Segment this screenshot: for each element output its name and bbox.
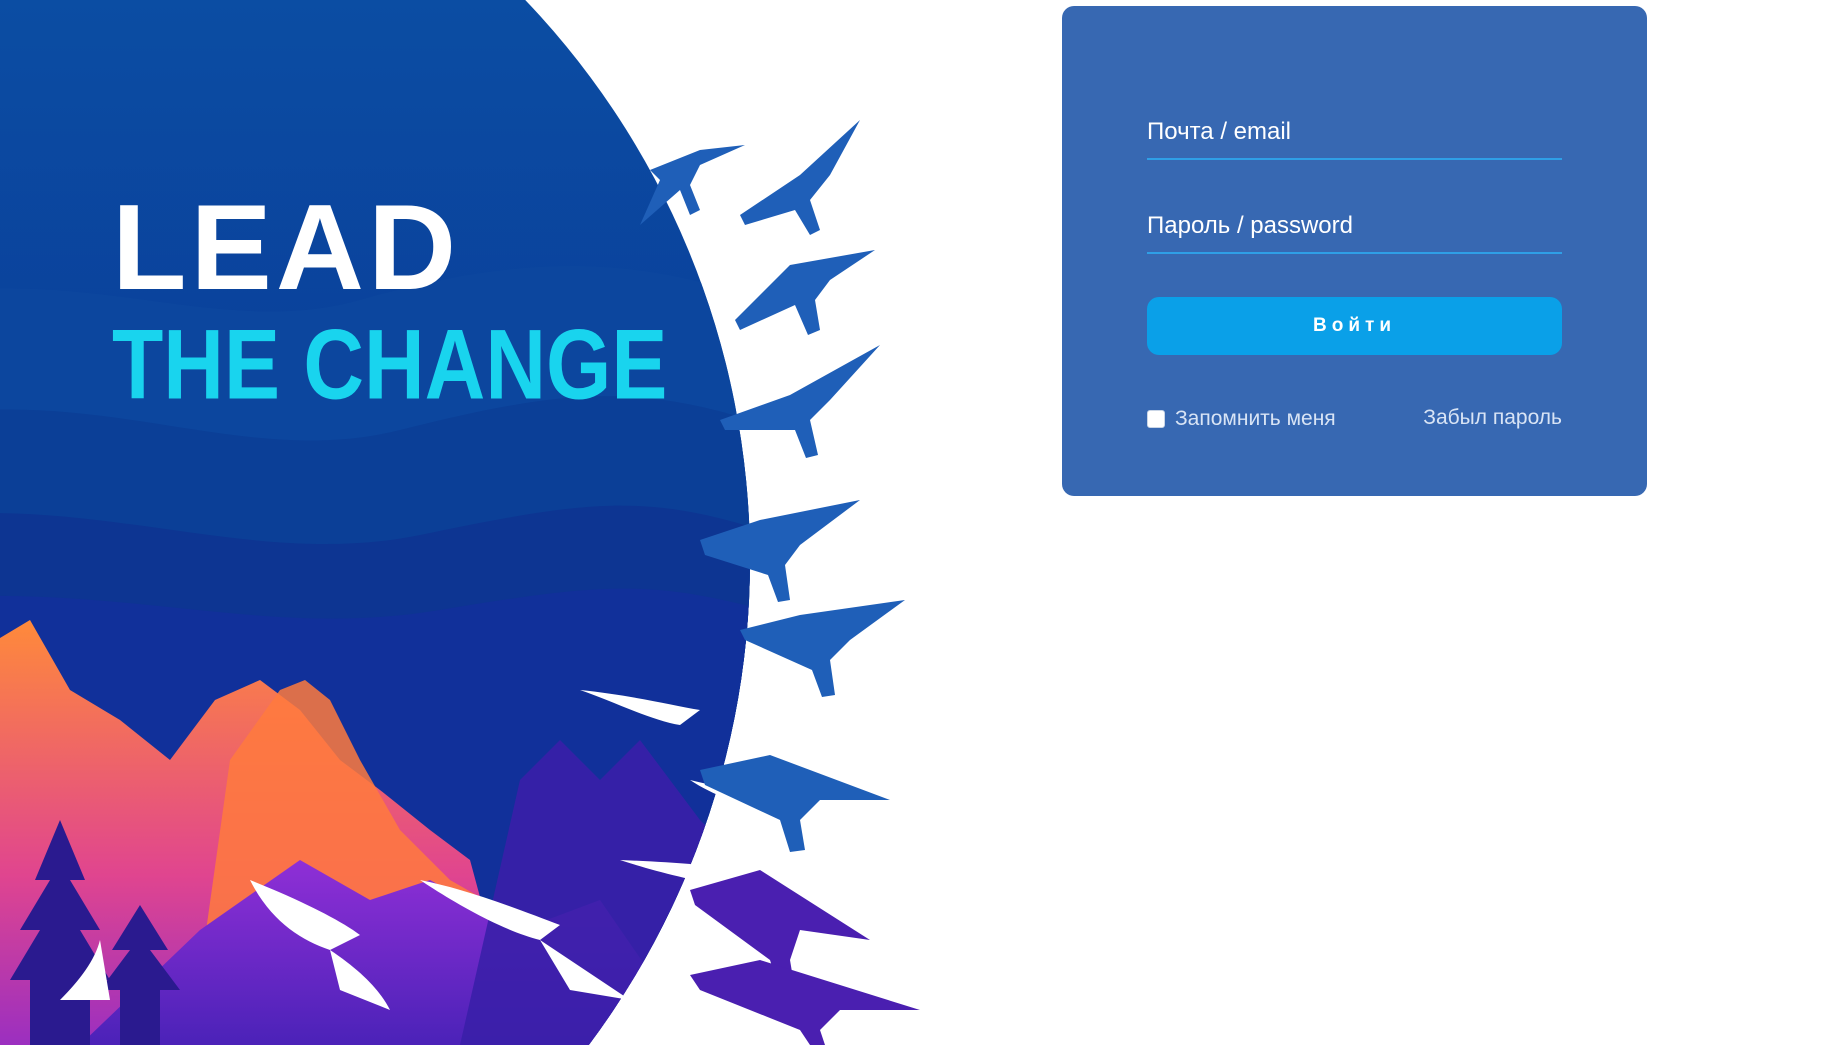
- headline-the-change: THE CHANGE: [112, 308, 668, 420]
- hero-artwork: LEAD THE CHANGE: [0, 0, 960, 1045]
- hero-headline: LEAD THE CHANGE: [112, 179, 667, 419]
- password-field-wrapper: [1147, 196, 1562, 254]
- remember-me-checkbox[interactable]: [1147, 410, 1165, 428]
- headline-lead: LEAD: [112, 179, 461, 315]
- remember-me-label: Запомнить меня: [1175, 407, 1336, 430]
- forgot-password-link[interactable]: Забыл пароль: [1423, 406, 1562, 430]
- login-form: Войти Запомнить меня Забыл пароль: [1062, 6, 1647, 496]
- remember-me-toggle[interactable]: Запомнить меня: [1147, 404, 1336, 434]
- violet-cranes: [690, 870, 920, 1045]
- login-button[interactable]: Войти: [1147, 297, 1562, 355]
- password-input[interactable]: [1147, 206, 1562, 246]
- email-field-wrapper: [1147, 102, 1562, 160]
- login-page: LEAD THE CHANGE Войти Запомнить меня Заб…: [0, 0, 1830, 1045]
- hero-illustration: [0, 0, 920, 1045]
- email-input[interactable]: [1147, 112, 1562, 152]
